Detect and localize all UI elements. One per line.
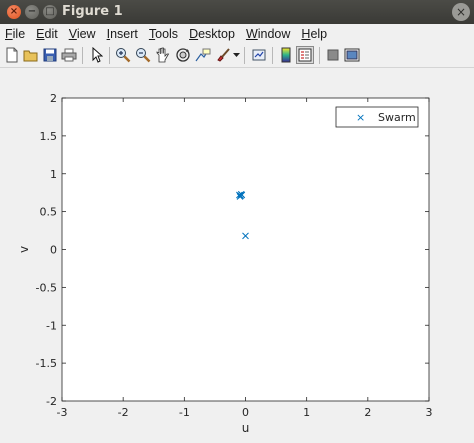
y-tick-label: -1 [46,319,57,332]
open-file-icon[interactable] [23,47,39,63]
x-tick-label: -1 [179,406,190,419]
x-tick-labels: -3 -2 -1 0 1 2 3 [57,406,433,419]
y-tick-label: 0 [50,244,57,257]
y-tick-labels: -2 -1.5 -1 -0.5 0 0.5 1 1.5 2 [36,92,57,408]
window-close-button[interactable]: × [7,5,21,19]
scatter-plot[interactable]: -3 -2 -1 0 1 2 3 -2-1.5-1-0.500.511.52 u v × S… [0,69,474,443]
legend-marker-icon: × [356,111,365,124]
menu-help[interactable]: Help [301,27,327,41]
menu-view[interactable]: View [69,27,96,41]
figure-canvas: -3 -2 -1 0 1 2 3 -2 -1.5 -1 -0.5 0 0.5 1 1.5 2 u v × S… [0,69,474,443]
rotate-3d-icon[interactable] [175,47,191,63]
x-tick-label: 0 [242,406,249,419]
data-cursor-icon[interactable] [195,47,211,63]
window-title: Figure 1 [62,4,123,19]
y-tick-label: 2 [50,92,57,105]
legend-entry-label: Swarm [378,111,416,124]
menu-desktop[interactable]: Desktop [189,27,235,41]
y-axis-label: v [17,246,31,253]
insert-legend-icon[interactable] [296,46,314,64]
zoom-out-icon[interactable] [135,47,151,63]
menu-tools[interactable]: Tools [149,27,178,41]
window-minimize-button[interactable]: − [25,5,39,19]
y-tick-label: -2 [46,395,57,408]
menu-file[interactable]: File [5,27,25,41]
legend[interactable]: × Swarm [335,106,419,128]
print-icon[interactable] [61,47,77,63]
x-tick-label: 3 [426,406,433,419]
toolbar-separator [319,47,320,64]
edit-plot-arrow-icon[interactable] [89,47,105,63]
axes-background [62,98,429,401]
save-icon[interactable] [42,47,58,63]
toolbar-separator [272,47,273,64]
y-tick-label: 1 [50,168,57,181]
titlebar-right-close-button[interactable]: × [452,3,470,21]
show-plot-tools-icon[interactable] [344,47,360,63]
insert-colorbar-icon[interactable] [278,47,294,63]
link-plot-icon[interactable] [251,47,267,63]
x-tick-label: 1 [303,406,310,419]
x-tick-label: 2 [364,406,371,419]
zoom-in-icon[interactable] [115,47,131,63]
toolbar-separator [109,47,110,64]
brush-icon[interactable] [215,47,231,63]
new-figure-icon[interactable] [4,47,20,63]
close-icon: × [455,5,467,19]
x-tick-label: -3 [57,406,68,419]
title-bar: × − □ Figure 1 × [0,0,474,24]
y-tick-label: 1.5 [40,130,58,143]
x-axis-label: u [242,421,250,435]
brush-dropdown-icon[interactable] [232,47,240,63]
y-tick-label: -1.5 [36,357,57,370]
menu-edit[interactable]: Edit [36,27,58,41]
hide-plot-tools-icon[interactable] [325,47,341,63]
menu-window[interactable]: Window [246,27,290,41]
y-tick-label: 0.5 [40,206,58,219]
toolbar-separator [82,47,83,64]
toolbar [0,43,474,68]
menu-bar: File Edit View Insert Tools Desktop Wind… [0,24,474,43]
minimize-icon: − [27,6,37,17]
pan-hand-icon[interactable] [155,47,171,63]
x-tick-label: -2 [118,406,129,419]
toolbar-separator [244,47,245,64]
window-maximize-button[interactable]: □ [43,5,57,19]
close-icon: × [9,6,19,17]
y-tick-label: -0.5 [36,281,57,294]
maximize-icon: □ [45,6,55,17]
menu-insert[interactable]: Insert [107,27,138,41]
